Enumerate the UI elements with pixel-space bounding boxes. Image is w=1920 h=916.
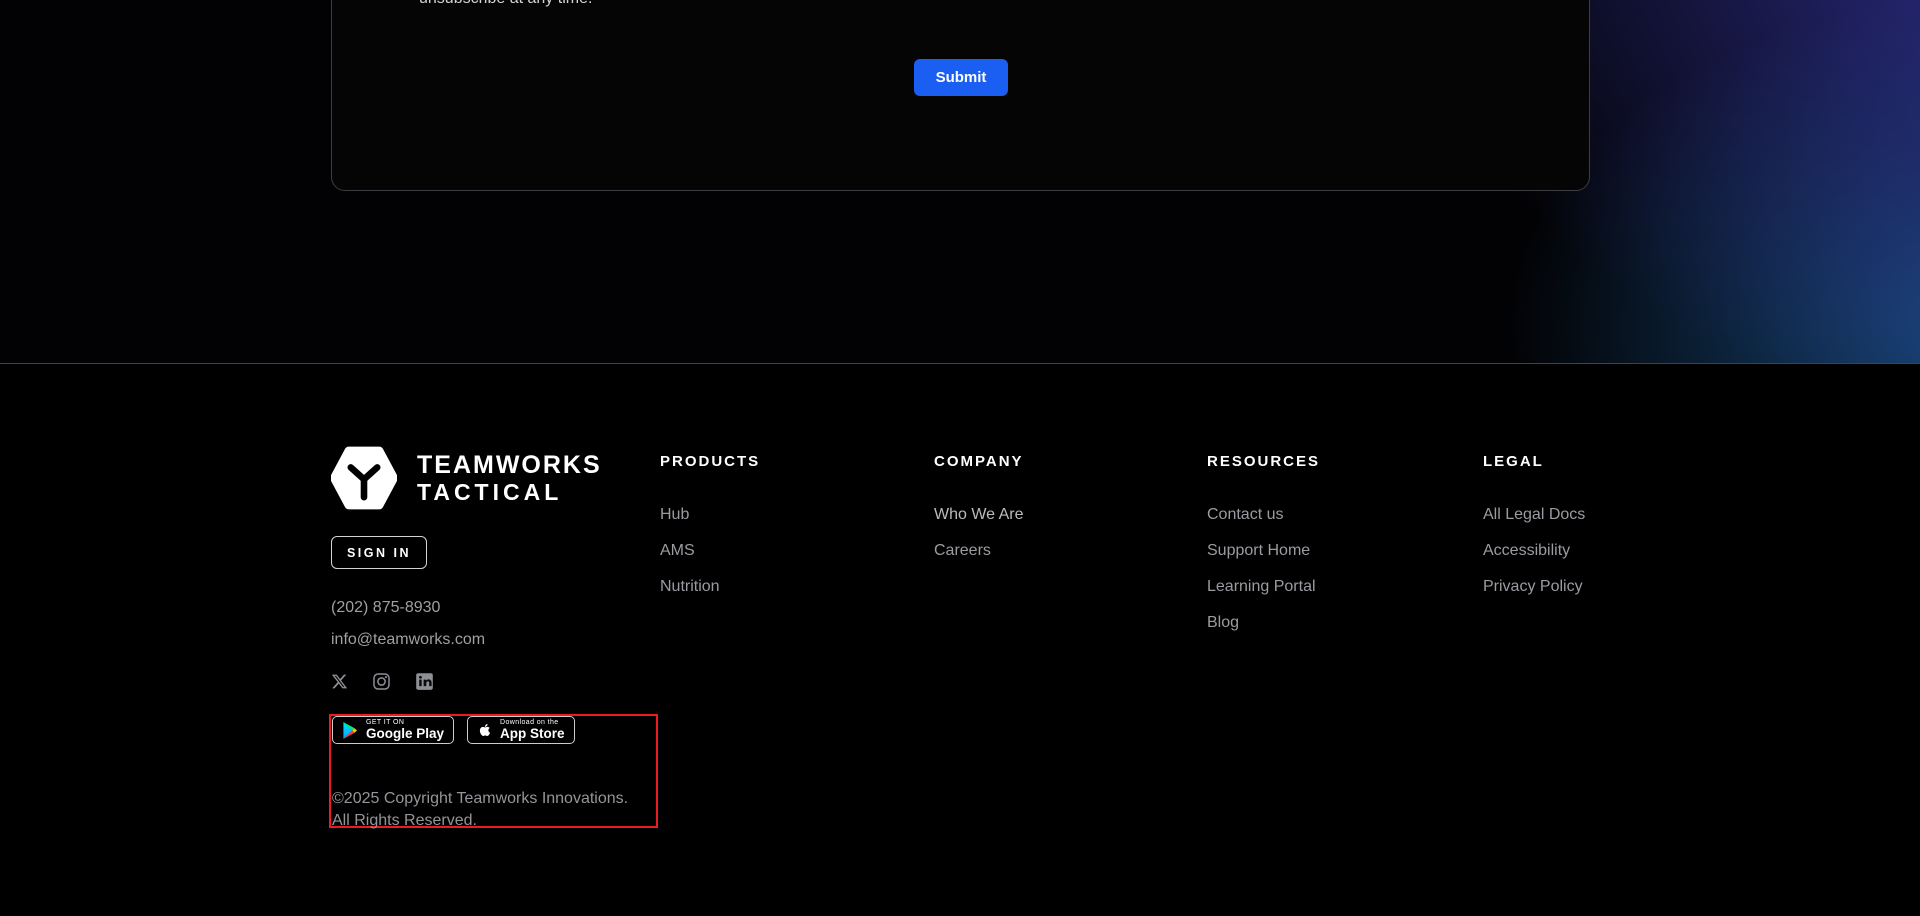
unsubscribe-note: unsubscribe at any time. — [419, 0, 592, 8]
footer-column-legal: LEGAL All Legal Docs Accessibility Priva… — [1483, 452, 1585, 596]
column-title-products: PRODUCTS — [660, 453, 761, 470]
google-play-icon — [343, 721, 358, 739]
column-title-company: COMPANY — [934, 453, 1024, 470]
sign-in-button[interactable]: SIGN IN — [331, 536, 427, 569]
copyright-notice: ©2025 Copyright Teamworks Innovations. A… — [332, 788, 628, 831]
link-blog[interactable]: Blog — [1207, 613, 1239, 632]
submit-button[interactable]: Submit — [914, 59, 1008, 96]
app-badges: GET IT ON Google Play Download on the Ap… — [332, 716, 575, 744]
copyright-line2: All Rights Reserved. — [332, 811, 477, 829]
brand-name-line2: TACTICAL — [417, 479, 563, 505]
app-store-badge[interactable]: Download on the App Store — [467, 716, 575, 744]
link-ams[interactable]: AMS — [660, 541, 695, 560]
link-support-home[interactable]: Support Home — [1207, 541, 1310, 560]
brand-name: TEAMWORKS TACTICAL — [417, 451, 602, 505]
linkedin-social-link[interactable] — [415, 672, 434, 691]
link-privacy-policy[interactable]: Privacy Policy — [1483, 577, 1583, 596]
linkedin-icon — [416, 673, 433, 690]
column-title-legal: LEGAL — [1483, 453, 1544, 470]
footer-column-products: PRODUCTS Hub AMS Nutrition — [660, 452, 760, 596]
link-hub[interactable]: Hub — [660, 505, 689, 524]
phone-link[interactable]: (202) 875-8930 — [331, 598, 440, 617]
email-link[interactable]: info@teamworks.com — [331, 630, 485, 649]
footer-column-resources: RESOURCES Contact us Support Home Learni… — [1207, 452, 1320, 632]
social-links — [331, 672, 434, 691]
newsletter-card: unsubscribe at any time. Submit — [331, 0, 1590, 191]
footer: TEAMWORKS TACTICAL SIGN IN (202) 875-893… — [0, 363, 1920, 916]
app-store-store-name: App Store — [500, 726, 565, 741]
link-who-we-are[interactable]: Who We Are — [934, 505, 1024, 524]
link-accessibility[interactable]: Accessibility — [1483, 541, 1570, 560]
google-play-store-name: Google Play — [366, 726, 445, 741]
x-social-link[interactable] — [331, 673, 348, 690]
footer-column-company: COMPANY Who We Are Careers — [934, 452, 1024, 560]
copyright-line1: ©2025 Copyright Teamworks Innovations. — [332, 790, 629, 807]
link-careers[interactable]: Careers — [934, 541, 991, 560]
column-title-resources: RESOURCES — [1207, 453, 1321, 470]
instagram-social-link[interactable] — [372, 672, 391, 691]
page: unsubscribe at any time. Submit TEAMWORK… — [0, 0, 1920, 916]
link-learning-portal[interactable]: Learning Portal — [1207, 577, 1316, 596]
link-contact-us[interactable]: Contact us — [1207, 505, 1283, 524]
footer-container: TEAMWORKS TACTICAL SIGN IN (202) 875-893… — [329, 364, 1590, 916]
link-nutrition[interactable]: Nutrition — [660, 577, 720, 596]
apple-icon — [479, 724, 491, 737]
brand-name-line1: TEAMWORKS — [417, 451, 602, 479]
x-icon — [331, 674, 348, 689]
newsletter-section: unsubscribe at any time. Submit — [0, 0, 1920, 363]
google-play-badge[interactable]: GET IT ON Google Play — [332, 716, 455, 744]
teamworks-hexagon-logo-icon — [331, 446, 397, 510]
instagram-icon — [373, 673, 390, 690]
brand-logo[interactable]: TEAMWORKS TACTICAL — [331, 445, 602, 511]
link-all-legal-docs[interactable]: All Legal Docs — [1483, 505, 1585, 524]
